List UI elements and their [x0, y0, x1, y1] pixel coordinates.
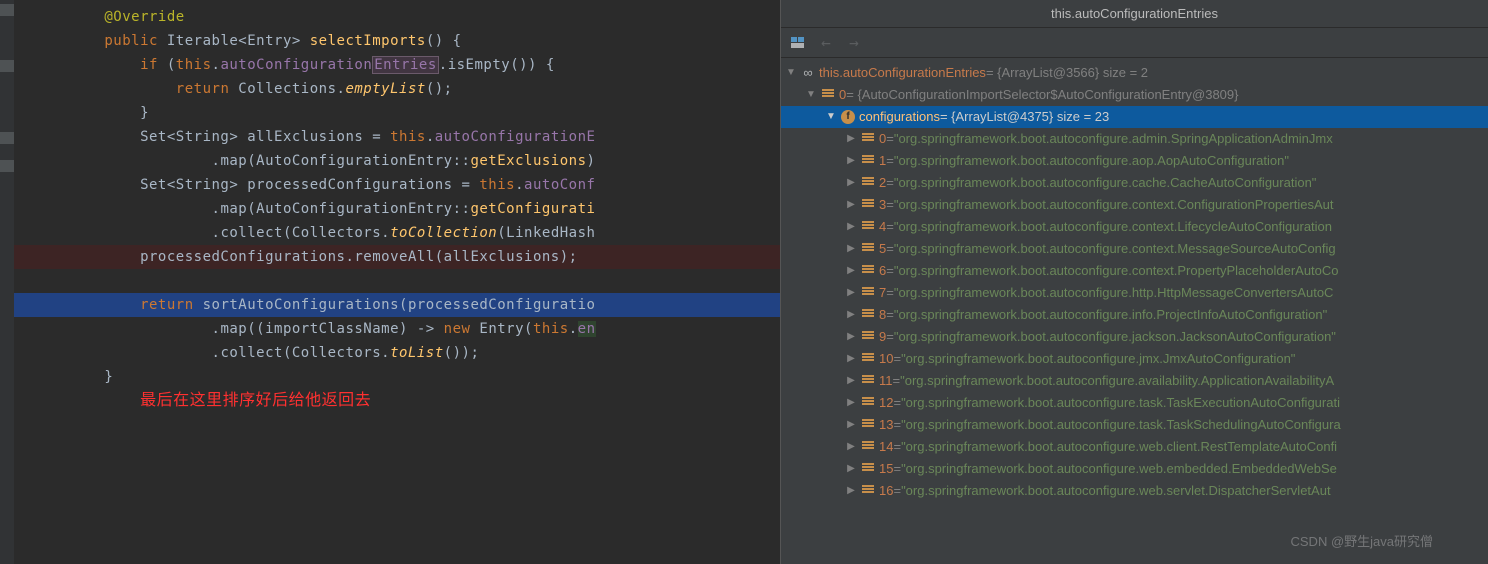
- tree-node-config[interactable]: ▶ 16 = "org.springframework.boot.autocon…: [781, 480, 1488, 502]
- collapse-arrow-icon[interactable]: ▶: [845, 480, 857, 502]
- debug-variables-panel: this.autoConfigurationEntries ← → ▼ ∞ th…: [780, 0, 1488, 564]
- array-icon: [860, 395, 876, 411]
- debug-panel-title: this.autoConfigurationEntries: [781, 0, 1488, 28]
- watch-icon: ∞: [800, 65, 816, 81]
- tree-node-config[interactable]: ▶ 15 = "org.springframework.boot.autocon…: [781, 458, 1488, 480]
- tree-node[interactable]: ▼ 0 = {AutoConfigurationImportSelector$A…: [781, 84, 1488, 106]
- code-line[interactable]: .map((importClassName) -> new Entry(this…: [14, 317, 780, 341]
- tree-node-config[interactable]: ▶ 10 = "org.springframework.boot.autocon…: [781, 348, 1488, 370]
- collapse-arrow-icon[interactable]: ▶: [845, 414, 857, 436]
- tree-node-config[interactable]: ▶ 9 = "org.springframework.boot.autoconf…: [781, 326, 1488, 348]
- collapse-arrow-icon[interactable]: ▶: [845, 392, 857, 414]
- array-icon: [860, 175, 876, 191]
- tree-node-config[interactable]: ▶ 5 = "org.springframework.boot.autoconf…: [781, 238, 1488, 260]
- code-line[interactable]: Set<String> allExclusions = this.autoCon…: [14, 125, 780, 149]
- code-line-current[interactable]: return sortAutoConfigurations(processedC…: [14, 293, 780, 317]
- annotation-note: 最后在这里排序好后给他返回去: [14, 389, 780, 413]
- array-icon: [860, 373, 876, 389]
- array-icon: [860, 351, 876, 367]
- tree-node-config[interactable]: ▶ 7 = "org.springframework.boot.autoconf…: [781, 282, 1488, 304]
- collapse-arrow-icon[interactable]: ▶: [845, 436, 857, 458]
- tree-node-root[interactable]: ▼ ∞ this.autoConfigurationEntries = {Arr…: [781, 62, 1488, 84]
- array-icon: [820, 87, 836, 103]
- tree-node-config[interactable]: ▶ 4 = "org.springframework.boot.autoconf…: [781, 216, 1488, 238]
- collapse-arrow-icon[interactable]: ▶: [845, 348, 857, 370]
- array-icon: [860, 417, 876, 433]
- code-line[interactable]: .map(AutoConfigurationEntry::getExclusio…: [14, 149, 780, 173]
- array-icon: [860, 241, 876, 257]
- array-icon: [860, 219, 876, 235]
- editor-gutter: [0, 0, 14, 564]
- forward-arrow-icon: →: [845, 34, 863, 52]
- code-line[interactable]: .map(AutoConfigurationEntry::getConfigur…: [14, 197, 780, 221]
- expand-arrow-icon[interactable]: ▼: [785, 62, 797, 84]
- collapse-arrow-icon[interactable]: ▶: [845, 238, 857, 260]
- code-editor[interactable]: @Override public Iterable<Entry> selectI…: [0, 0, 780, 564]
- collapse-arrow-icon[interactable]: ▶: [845, 216, 857, 238]
- array-icon: [860, 439, 876, 455]
- collapse-arrow-icon[interactable]: ▶: [845, 260, 857, 282]
- code-line[interactable]: }: [14, 365, 780, 389]
- collapse-arrow-icon[interactable]: ▶: [845, 150, 857, 172]
- field-icon: f: [840, 109, 856, 125]
- code-line[interactable]: }: [14, 101, 780, 125]
- code-line[interactable]: return Collections.emptyList();: [14, 77, 780, 101]
- back-arrow-icon: ←: [817, 34, 835, 52]
- code-line[interactable]: processedConfigurations.removeAll(allExc…: [14, 245, 780, 269]
- code-line[interactable]: public Iterable<Entry> selectImports() {: [14, 29, 780, 53]
- code-line[interactable]: @Override: [14, 5, 780, 29]
- tree-node-config[interactable]: ▶ 13 = "org.springframework.boot.autocon…: [781, 414, 1488, 436]
- layout-icon[interactable]: [789, 34, 807, 52]
- array-icon: [860, 153, 876, 169]
- debug-toolbar: ← →: [781, 28, 1488, 58]
- expand-arrow-icon[interactable]: ▼: [825, 106, 837, 128]
- tree-node-config[interactable]: ▶ 0 = "org.springframework.boot.autoconf…: [781, 128, 1488, 150]
- tree-node-selected[interactable]: ▼ f configurations = {ArrayList@4375} si…: [781, 106, 1488, 128]
- code-line[interactable]: .collect(Collectors.toCollection(LinkedH…: [14, 221, 780, 245]
- tree-node-config[interactable]: ▶ 2 = "org.springframework.boot.autoconf…: [781, 172, 1488, 194]
- collapse-arrow-icon[interactable]: ▶: [845, 304, 857, 326]
- tree-node-config[interactable]: ▶ 1 = "org.springframework.boot.autoconf…: [781, 150, 1488, 172]
- array-icon: [860, 197, 876, 213]
- array-icon: [860, 483, 876, 499]
- tree-node-config[interactable]: ▶ 12 = "org.springframework.boot.autocon…: [781, 392, 1488, 414]
- collapse-arrow-icon[interactable]: ▶: [845, 172, 857, 194]
- collapse-arrow-icon[interactable]: ▶: [845, 194, 857, 216]
- array-icon: [860, 461, 876, 477]
- watermark: CSDN @野生java研究僧: [1291, 531, 1434, 550]
- array-icon: [860, 285, 876, 301]
- code-line[interactable]: Set<String> processedConfigurations = th…: [14, 173, 780, 197]
- tree-node-config[interactable]: ▶ 3 = "org.springframework.boot.autoconf…: [781, 194, 1488, 216]
- collapse-arrow-icon[interactable]: ▶: [845, 370, 857, 392]
- collapse-arrow-icon[interactable]: ▶: [845, 326, 857, 348]
- collapse-arrow-icon[interactable]: ▶: [845, 282, 857, 304]
- code-line[interactable]: if (this.autoConfigurationEntries.isEmpt…: [14, 53, 780, 77]
- code-line[interactable]: .collect(Collectors.toList());: [14, 341, 780, 365]
- tree-node-config[interactable]: ▶ 6 = "org.springframework.boot.autoconf…: [781, 260, 1488, 282]
- collapse-arrow-icon[interactable]: ▶: [845, 458, 857, 480]
- expand-arrow-icon[interactable]: ▼: [805, 84, 817, 106]
- array-icon: [860, 307, 876, 323]
- code-line[interactable]: [14, 269, 780, 293]
- tree-node-config[interactable]: ▶ 11 = "org.springframework.boot.autocon…: [781, 370, 1488, 392]
- tree-node-config[interactable]: ▶ 8 = "org.springframework.boot.autoconf…: [781, 304, 1488, 326]
- array-icon: [860, 131, 876, 147]
- collapse-arrow-icon[interactable]: ▶: [845, 128, 857, 150]
- array-icon: [860, 329, 876, 345]
- variables-tree[interactable]: ▼ ∞ this.autoConfigurationEntries = {Arr…: [781, 58, 1488, 564]
- tree-node-config[interactable]: ▶ 14 = "org.springframework.boot.autocon…: [781, 436, 1488, 458]
- array-icon: [860, 263, 876, 279]
